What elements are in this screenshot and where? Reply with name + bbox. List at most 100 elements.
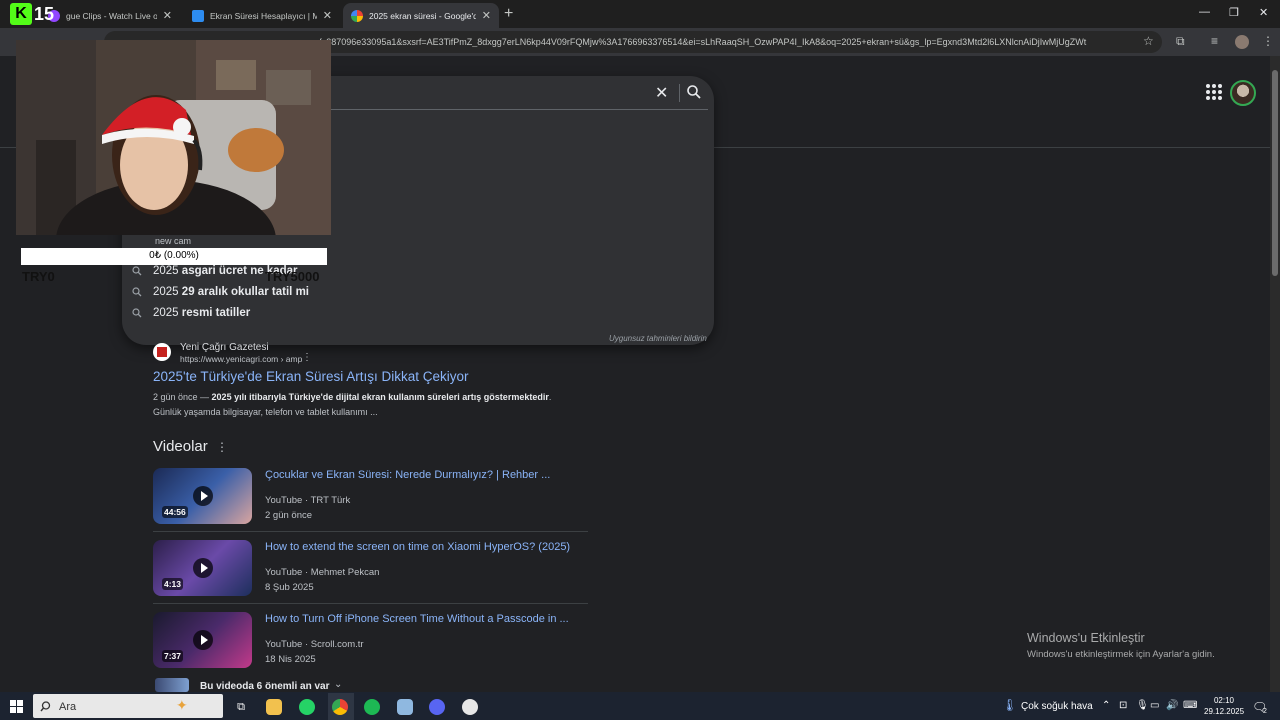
display-icon[interactable]: ▭ bbox=[1150, 700, 1159, 711]
taskbar-clock[interactable]: 02:10 29.12.2025 bbox=[1204, 695, 1244, 717]
new-tab-button[interactable]: + bbox=[504, 5, 513, 23]
tab-title: gue Clips - Watch Live on bbox=[66, 10, 157, 21]
video-duration: 7:37 bbox=[162, 650, 184, 662]
file-explorer-icon[interactable] bbox=[266, 699, 282, 715]
suggestion-completion: 29 aralık okullar tatil mi bbox=[181, 286, 309, 298]
activation-watermark-subtitle: Windows'u etkinleştirmek için Ayarlar'a … bbox=[1027, 649, 1215, 660]
video-thumbnail[interactable]: 7:37 bbox=[153, 612, 252, 668]
result-title-link[interactable]: 2025'te Türkiye'de Ekran Süresi Artışı D… bbox=[153, 369, 469, 384]
video-source: YouTube · Scroll.com.tr bbox=[265, 639, 364, 650]
video-thumbnail[interactable]: 44:56 bbox=[153, 468, 252, 524]
moments-thumbnail[interactable] bbox=[155, 678, 189, 692]
site-favicon bbox=[153, 343, 171, 361]
video-result[interactable]: 7:37 How to Turn Off iPhone Screen Time … bbox=[153, 612, 593, 674]
webcam-image bbox=[16, 40, 331, 235]
search-icon bbox=[40, 701, 51, 712]
search-highlight-icon: ✦ bbox=[176, 697, 188, 713]
google-icon bbox=[351, 9, 363, 22]
clear-search-icon[interactable]: ✕ bbox=[655, 83, 668, 103]
tab-calculator[interactable]: Ekran Süresi Hesaplayıcı | M ✕ bbox=[184, 3, 340, 28]
network-icon[interactable]: ⊡ bbox=[1119, 700, 1127, 711]
profile-avatar[interactable] bbox=[1235, 35, 1249, 49]
video-date: 2 gün önce bbox=[265, 510, 313, 521]
windows-start-icon[interactable] bbox=[10, 700, 23, 713]
video-title-link[interactable]: How to Turn Off iPhone Screen Time Witho… bbox=[265, 613, 569, 625]
window-close-button[interactable]: ✕ bbox=[1259, 6, 1268, 19]
more-options-icon[interactable]: ⋮ bbox=[216, 440, 228, 454]
chrome-icon[interactable] bbox=[332, 699, 348, 715]
task-view-icon[interactable]: ⧉ bbox=[233, 699, 249, 715]
result-site-name: Yeni Çağrı Gazetesi bbox=[180, 342, 269, 353]
video-result[interactable]: 4:13 How to extend the screen on time on… bbox=[153, 540, 593, 602]
separator bbox=[679, 84, 680, 102]
video-duration: 44:56 bbox=[162, 506, 188, 518]
chevron-up-icon[interactable]: ⌃ bbox=[1102, 700, 1110, 711]
search-icon bbox=[132, 308, 142, 318]
play-icon bbox=[193, 630, 213, 650]
webcam-overlay bbox=[16, 40, 331, 235]
stream-logo: K 15 bbox=[10, 3, 66, 25]
account-avatar[interactable] bbox=[1230, 80, 1256, 106]
logo-number: 15 bbox=[34, 3, 55, 24]
url-text[interactable]: esv=fc287096e33095a1&sxsrf=AE3TifPmZ_8dx… bbox=[300, 37, 1138, 47]
video-source: YouTube · Mehmet Pekcan bbox=[265, 567, 380, 578]
suggestion-item[interactable]: 2025 resmi tatiller bbox=[132, 307, 250, 319]
donation-goal-min: TRY0 bbox=[22, 269, 55, 284]
scrollbar-thumb[interactable] bbox=[1272, 70, 1278, 276]
microphone-icon[interactable]: 🎙 bbox=[1136, 700, 1149, 711]
extensions-icon[interactable]: ⧉ bbox=[1176, 34, 1185, 49]
video-duration: 4:13 bbox=[162, 578, 184, 590]
tab-title: 2025 ekran süresi - Google'da A bbox=[369, 10, 476, 21]
divider bbox=[153, 531, 588, 532]
close-icon[interactable]: ✕ bbox=[323, 9, 332, 22]
video-title-link[interactable]: How to extend the screen on time on Xiao… bbox=[265, 541, 570, 553]
video-thumbnail[interactable]: 4:13 bbox=[153, 540, 252, 596]
more-options-icon[interactable]: ⋮ bbox=[302, 352, 312, 363]
restore-button[interactable]: ❐ bbox=[1229, 6, 1239, 19]
menu-icon[interactable]: ⋮ bbox=[1262, 34, 1274, 48]
tab-google-search[interactable]: 2025 ekran süresi - Google'da A ✕ bbox=[343, 3, 499, 28]
divider bbox=[153, 603, 588, 604]
key-moments-toggle[interactable]: Bu videoda 6 önemli an var bbox=[200, 681, 329, 692]
search-icon bbox=[132, 266, 142, 276]
calculator-site-icon bbox=[192, 9, 204, 22]
app-icon[interactable] bbox=[397, 699, 413, 715]
clock-time: 02:10 bbox=[1213, 696, 1235, 705]
google-apps-icon[interactable] bbox=[1206, 84, 1222, 100]
weather-text[interactable]: Çok soğuk hava bbox=[1021, 701, 1093, 712]
video-title-link[interactable]: Çocuklar ve Ekran Süresi: Nerede Durmalı… bbox=[265, 469, 550, 481]
report-predictions-link[interactable]: Uygunsuz tahminleri bildirin bbox=[609, 334, 707, 343]
video-date: 8 Şub 2025 bbox=[265, 582, 314, 593]
media-controls-icon[interactable]: ≡ bbox=[1211, 34, 1218, 48]
video-source: YouTube · TRT Türk bbox=[265, 495, 351, 506]
close-icon[interactable]: ✕ bbox=[482, 9, 491, 22]
weather-icon[interactable]: 🌡 bbox=[1002, 698, 1017, 712]
suggestion-partial: new cam bbox=[155, 236, 192, 246]
video-result[interactable]: 44:56 Çocuklar ve Ekran Süresi: Nerede D… bbox=[153, 468, 593, 530]
taskbar-search-placeholder: Ara bbox=[59, 701, 77, 713]
search-icon[interactable] bbox=[686, 84, 702, 100]
play-icon bbox=[193, 486, 213, 506]
donation-goal-progress: 0₺ (0.00%) bbox=[149, 250, 199, 261]
minimize-button[interactable]: — bbox=[1199, 6, 1210, 18]
spotify-icon[interactable] bbox=[364, 699, 380, 715]
whatsapp-icon[interactable] bbox=[299, 699, 315, 715]
chevron-down-icon[interactable]: ⌄ bbox=[334, 679, 342, 690]
suggestion-prefix: 2025 bbox=[153, 265, 179, 277]
notification-count: 2 bbox=[1263, 708, 1267, 715]
clock-date: 29.12.2025 bbox=[1204, 707, 1245, 716]
play-icon bbox=[193, 558, 213, 578]
activation-watermark-title: Windows'u Etkinleştir bbox=[1027, 631, 1145, 645]
keyboard-icon[interactable]: ⌨ bbox=[1183, 700, 1197, 711]
tab-title: Ekran Süresi Hesaplayıcı | M bbox=[210, 10, 317, 21]
volume-icon[interactable]: 🔊 bbox=[1166, 700, 1178, 711]
close-icon[interactable]: ✕ bbox=[163, 9, 172, 22]
suggestion-prefix: 2025 bbox=[153, 307, 179, 319]
suggestion-prefix: 2025 bbox=[153, 286, 179, 298]
snippet-date: 2 gün önce — bbox=[153, 392, 212, 402]
suggestion-item[interactable]: 2025 29 aralık okullar tatil mi bbox=[132, 286, 309, 298]
discord-icon[interactable] bbox=[429, 699, 445, 715]
result-url: https://www.yenicagri.com › amp bbox=[180, 354, 303, 364]
obs-icon[interactable] bbox=[462, 699, 478, 715]
bookmark-star-icon[interactable]: ☆ bbox=[1143, 34, 1154, 48]
